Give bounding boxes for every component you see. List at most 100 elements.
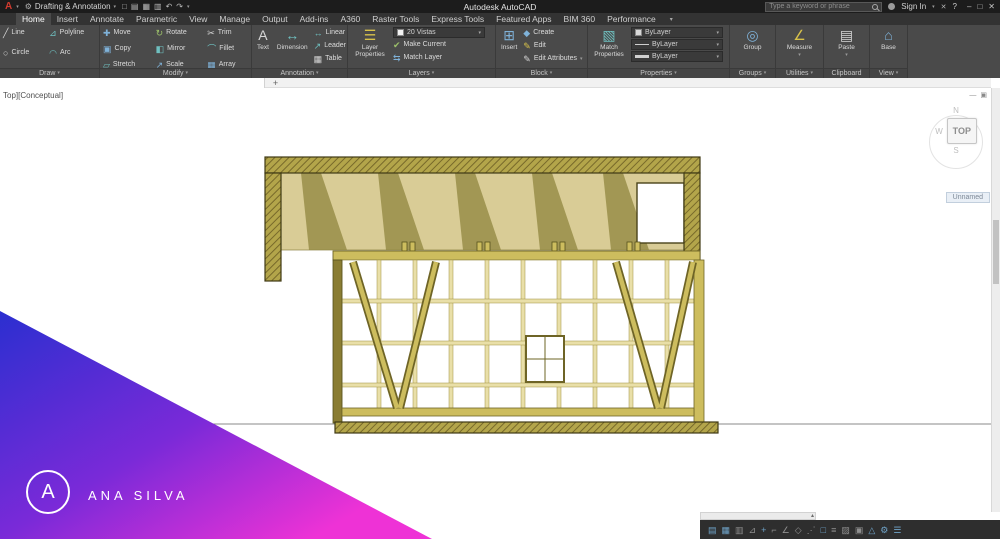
tab-parametric[interactable]: Parametric <box>130 13 183 25</box>
tab-add-ins[interactable]: Add-ins <box>294 13 335 25</box>
tab-insert[interactable]: Insert <box>51 13 84 25</box>
layers-panel-label[interactable]: Layers ▾ <box>348 68 495 78</box>
groups-panel-label[interactable]: Groups ▾ <box>730 68 775 78</box>
polyline-button[interactable]: ⊿ Polyline <box>49 27 96 39</box>
make-current-button[interactable]: ✔ Make Current <box>393 39 485 51</box>
match-layer-button[interactable]: ⇆ Match Layer <box>393 52 485 64</box>
linetype-dropdown[interactable]: ByLayer ▾ <box>631 39 723 50</box>
minimize-viewport-icon[interactable]: — <box>969 92 976 99</box>
undo-icon[interactable]: ↶ <box>166 2 173 12</box>
infer-constraints-icon[interactable]: ⊿ <box>749 525 757 535</box>
tab-raster-tools[interactable]: Raster Tools <box>366 13 425 25</box>
viewcube-south[interactable]: S <box>924 146 988 156</box>
restore-viewport-icon[interactable]: ▣ <box>980 92 987 99</box>
snap-icon[interactable]: ▥ <box>735 525 744 535</box>
tab-annotate[interactable]: Annotate <box>84 13 130 25</box>
new-file-icon[interactable]: □ <box>122 2 127 12</box>
move-button[interactable]: ✚ Move <box>103 27 148 39</box>
text-button[interactable]: A Text <box>255 27 271 52</box>
scale-button[interactable]: ↗ Scale <box>156 59 200 68</box>
modify-panel-label[interactable]: Modify ▾ <box>100 68 251 78</box>
dynamic-input-icon[interactable]: + <box>761 525 766 535</box>
tab-a360[interactable]: A360 <box>334 13 366 25</box>
fillet-button[interactable]: ⌒ Fillet <box>207 43 248 55</box>
clipboard-panel-label[interactable]: Clipboard <box>824 68 869 78</box>
workspace-switch-icon[interactable]: ⚙ <box>880 525 888 535</box>
workspace-selector[interactable]: ⚙ Drafting & Annotation ▾ <box>25 2 116 11</box>
insert-button[interactable]: ⊞ Insert <box>499 27 519 52</box>
close-window-icon[interactable]: ✕ <box>988 1 995 12</box>
osnap-tracking-icon[interactable]: ⋰ <box>807 525 816 535</box>
viewport-view-label[interactable]: Top][Conceptual] <box>3 91 63 100</box>
measure-button[interactable]: ∠ Measure ▾ <box>785 27 814 60</box>
selection-cycling-icon[interactable]: ▣ <box>855 525 864 535</box>
rotate-button[interactable]: ↻ Rotate <box>156 27 200 39</box>
annotation-panel-label[interactable]: Annotation ▾ <box>252 68 347 78</box>
grid-icon[interactable]: ▦ <box>722 525 731 535</box>
draw-panel-label[interactable]: Draw ▾ <box>0 68 99 78</box>
tab-output[interactable]: Output <box>256 13 294 25</box>
transparency-icon[interactable]: ▨ <box>841 525 850 535</box>
arc-button[interactable]: ◠ Arc <box>49 47 96 59</box>
customize-icon[interactable]: ☰ <box>893 525 901 535</box>
redo-icon[interactable]: ↷ <box>176 2 183 12</box>
save-file-icon[interactable]: ▦ <box>142 2 150 12</box>
app-menu-chevron-icon[interactable]: ▾ <box>16 4 19 10</box>
array-button[interactable]: ▦ Array <box>207 59 248 68</box>
lineweight-icon[interactable]: ≡ <box>831 525 836 535</box>
leader-button[interactable]: ↗Leader▾ <box>314 40 347 52</box>
qat-customize-chevron-icon[interactable]: ▾ <box>187 4 190 10</box>
annotation-scale-icon[interactable]: △ <box>868 525 875 535</box>
stretch-button[interactable]: ▱ Stretch <box>103 59 148 68</box>
properties-panel-label[interactable]: Properties ▾ <box>588 68 729 78</box>
group-button[interactable]: ◎ Group <box>741 27 763 52</box>
lineweight-dropdown[interactable]: ByLayer ▾ <box>631 51 723 62</box>
trim-button[interactable]: ✂ Trim <box>207 27 248 39</box>
match-properties-button[interactable]: ▧ Match Properties <box>591 27 627 59</box>
tab-featured-apps[interactable]: Featured Apps <box>490 13 557 25</box>
base-view-button[interactable]: ⌂ Base <box>879 27 898 52</box>
sign-in-button[interactable]: Sign In <box>901 2 926 11</box>
viewcube-top-face[interactable]: TOP <box>946 118 977 144</box>
tab-performance[interactable]: Performance <box>601 13 662 25</box>
viewcube-north[interactable]: N <box>924 106 988 116</box>
block-panel-label[interactable]: Block ▾ <box>496 68 587 78</box>
circle-button[interactable]: ○ Circle <box>3 47 41 59</box>
help-icon[interactable]: ? <box>953 2 957 11</box>
plot-icon[interactable]: ▥ <box>154 2 162 12</box>
dimension-button[interactable]: ↔ Dimension <box>275 27 310 52</box>
osnap-icon[interactable]: □ <box>821 525 826 535</box>
open-file-icon[interactable]: ▤ <box>131 2 139 12</box>
scrollbar-arrow-icon[interactable]: ▴ <box>811 512 814 519</box>
isodraft-icon[interactable]: ◇ <box>795 525 802 535</box>
search-input[interactable] <box>769 3 870 10</box>
tab-express-tools[interactable]: Express Tools <box>425 13 490 25</box>
view-panel-label[interactable]: View ▾ <box>870 68 907 78</box>
tab-view[interactable]: View <box>183 13 213 25</box>
restore-window-icon[interactable]: □ <box>977 1 982 12</box>
utilities-panel-label[interactable]: Utilities ▾ <box>776 68 823 78</box>
autocad-logo-icon[interactable]: A <box>5 1 12 12</box>
horizontal-scrollbar[interactable]: ▴ <box>700 512 816 520</box>
viewcube-west[interactable]: W <box>935 127 943 136</box>
exchange-apps-icon[interactable]: ✕ <box>941 3 947 11</box>
edit-block-button[interactable]: ✎ Edit <box>523 40 582 52</box>
paste-button[interactable]: ▤ Paste ▾ <box>836 27 857 60</box>
polar-tracking-icon[interactable]: ∠ <box>782 525 790 535</box>
create-block-button[interactable]: ◆ Create <box>523 27 582 39</box>
ribbon-collapse-icon[interactable]: ▾ <box>670 16 673 23</box>
vertical-scrollbar[interactable] <box>991 88 1000 512</box>
object-color-dropdown[interactable]: ByLayer ▾ <box>631 27 723 38</box>
line-button[interactable]: ╱ Line <box>3 27 41 39</box>
model-space-icon[interactable]: ▤ <box>708 525 717 535</box>
drawing-viewport[interactable]: + Top][Conceptual] — ▣ N W TOP S Unnamed… <box>0 78 1000 539</box>
table-button[interactable]: ▦ Table <box>314 53 347 65</box>
vertical-scrollbar-thumb[interactable] <box>993 220 999 284</box>
sign-in-chevron-icon[interactable]: ▾ <box>932 4 935 10</box>
view-name-badge[interactable]: Unnamed <box>945 192 990 203</box>
mirror-button[interactable]: ◧ Mirror <box>156 43 200 55</box>
linear-button[interactable]: ↔Linear▾ <box>314 27 347 39</box>
tab-home[interactable]: Home <box>16 13 51 25</box>
help-search-box[interactable] <box>765 1 883 12</box>
minimize-window-icon[interactable]: – <box>967 1 971 12</box>
